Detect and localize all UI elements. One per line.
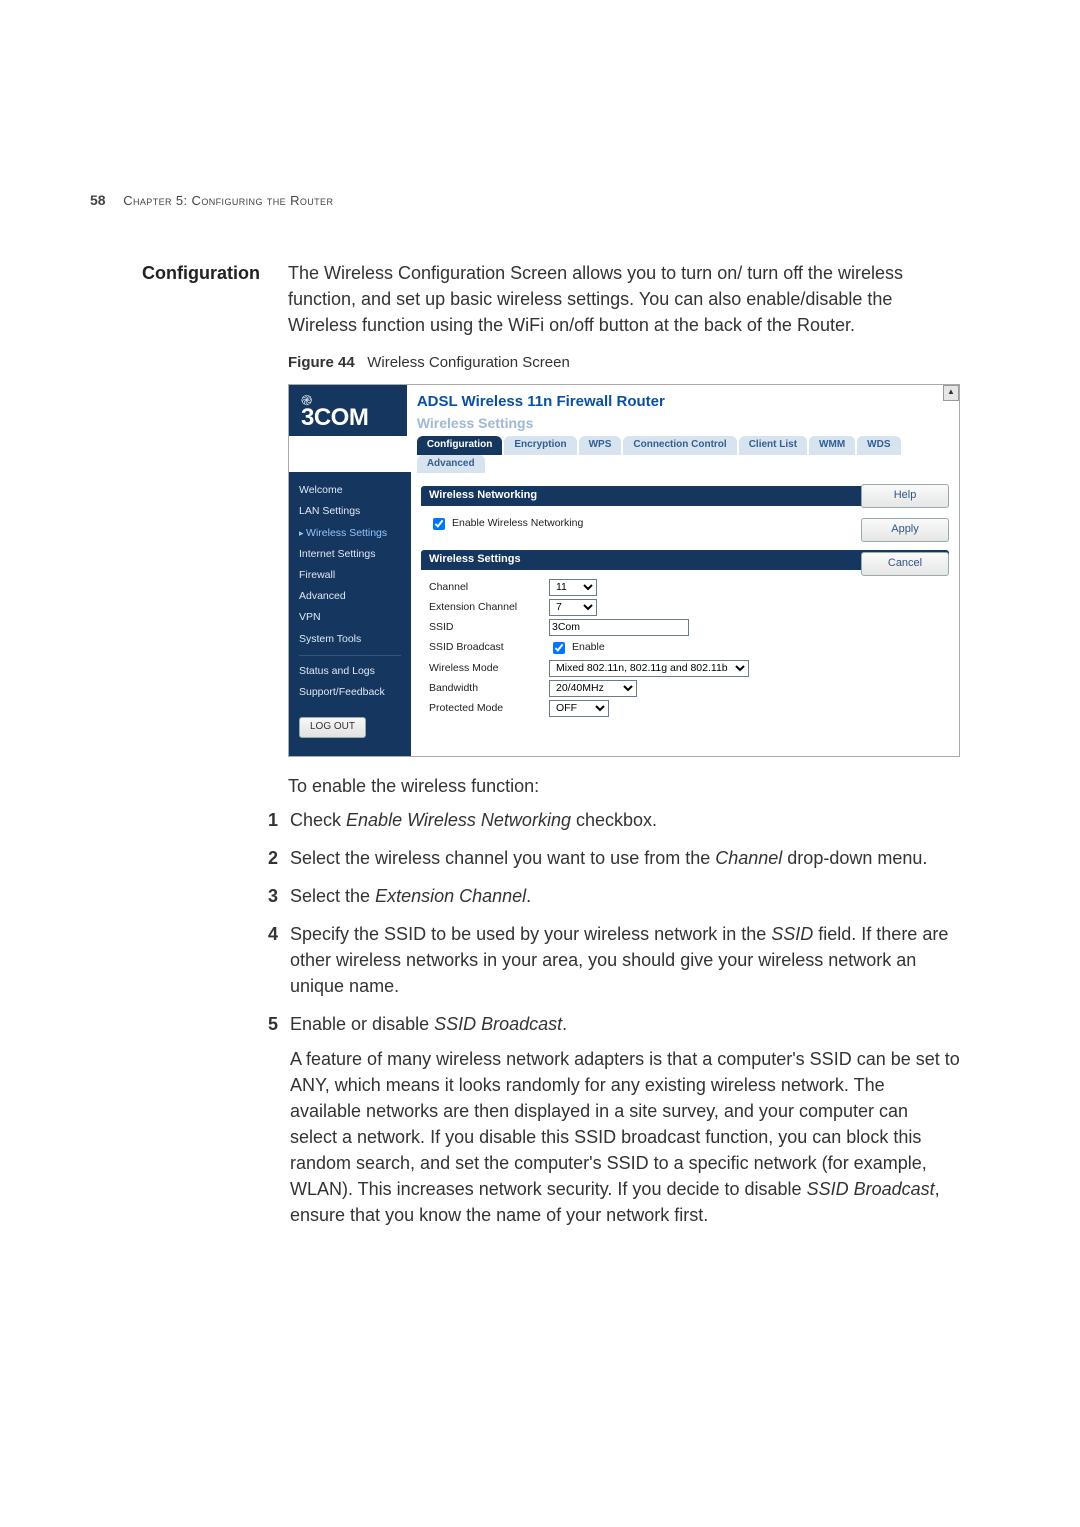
intro-paragraph: The Wireless Configuration Screen allows…: [288, 260, 960, 338]
step-number: 4: [250, 921, 278, 999]
ssid-broadcast-enable-label: Enable: [572, 640, 605, 655]
emphasis: SSID Broadcast: [434, 1014, 562, 1034]
figure-label: Figure 44: [288, 354, 355, 371]
step-number: 2: [250, 845, 278, 871]
ext-channel-select[interactable]: 7: [549, 599, 597, 616]
chapter-title: Chapter 5: Configuring the Router: [123, 193, 333, 208]
sidebar-item-lan-settings[interactable]: LAN Settings: [289, 501, 411, 522]
enable-wireless-checkbox[interactable]: Enable Wireless Networking: [429, 515, 583, 533]
section-heading: Configuration: [90, 260, 260, 1240]
step-sub-text: A feature of many wireless network adapt…: [290, 1046, 960, 1229]
tab-client-list[interactable]: Client List: [739, 436, 807, 455]
running-header: 58 Chapter 5: Configuring the Router: [90, 190, 333, 211]
bandwidth-select[interactable]: 20/40MHz: [549, 680, 637, 697]
ssid-broadcast-checkbox[interactable]: Enable: [549, 639, 605, 657]
cancel-button[interactable]: Cancel: [861, 552, 949, 576]
main-panel: Help Apply Cancel Wireless Networking En…: [411, 472, 959, 756]
nav-divider: [299, 655, 401, 656]
protected-mode-label: Protected Mode: [429, 701, 549, 716]
router-admin-figure: ֎ 3COM ▲ ADSL Wireless 11n Firewall Rout…: [288, 384, 960, 757]
sidebar-item-firewall[interactable]: Firewall: [289, 565, 411, 586]
wireless-mode-select[interactable]: Mixed 802.11n, 802.11g and 802.11b: [549, 660, 749, 677]
emphasis: SSID: [771, 924, 813, 944]
sidebar-item-system-tools[interactable]: System Tools: [289, 629, 411, 650]
sidebar-item-support-feedback[interactable]: Support/Feedback: [289, 682, 411, 703]
enable-wireless-input[interactable]: [433, 518, 445, 530]
help-button[interactable]: Help: [861, 484, 949, 508]
steps-list: 1Check Enable Wireless Networking checkb…: [288, 807, 960, 1228]
step-number: 1: [250, 807, 278, 833]
logout-button[interactable]: LOG OUT: [299, 717, 366, 738]
ssid-label: SSID: [429, 620, 549, 635]
figure-caption-text: Wireless Configuration Screen: [367, 354, 570, 371]
step-item: 3Select the Extension Channel.: [288, 883, 960, 909]
ssid-broadcast-label: SSID Broadcast: [429, 640, 549, 655]
emphasis: Enable Wireless Networking: [346, 810, 571, 830]
ssid-input[interactable]: [549, 619, 689, 636]
tab-connection-control[interactable]: Connection Control: [623, 436, 736, 455]
sidebar-nav: WelcomeLAN SettingsWireless SettingsInte…: [289, 472, 411, 756]
step-text: Enable or disable SSID Broadcast.A featu…: [290, 1011, 960, 1228]
step-item: 2Select the wireless channel you want to…: [288, 845, 960, 871]
emphasis: Channel: [715, 848, 782, 868]
enable-wireless-label: Enable Wireless Networking: [452, 516, 583, 531]
tab-wmm[interactable]: WMM: [809, 436, 855, 455]
ssid-broadcast-input[interactable]: [553, 642, 565, 654]
router-subtitle: Wireless Settings: [417, 413, 949, 433]
channel-select[interactable]: 11: [549, 579, 597, 596]
step-item: 1Check Enable Wireless Networking checkb…: [288, 807, 960, 833]
tab-wps[interactable]: WPS: [579, 436, 622, 455]
protected-mode-select[interactable]: OFF: [549, 700, 609, 717]
step-text: Select the wireless channel you want to …: [290, 845, 960, 871]
emphasis: SSID Broadcast: [807, 1179, 935, 1199]
step-item: 5Enable or disable SSID Broadcast.A feat…: [288, 1011, 960, 1228]
tab-advanced[interactable]: Advanced: [417, 455, 485, 474]
tab-encryption[interactable]: Encryption: [504, 436, 576, 455]
sidebar-item-status-and-logs[interactable]: Status and Logs: [289, 661, 411, 682]
step-item: 4Specify the SSID to be used by your wir…: [288, 921, 960, 999]
steps-lead: To enable the wireless function:: [288, 773, 960, 799]
bandwidth-label: Bandwidth: [429, 681, 549, 696]
scroll-up-icon[interactable]: ▲: [943, 385, 959, 401]
wireless-mode-label: Wireless Mode: [429, 661, 549, 676]
sidebar-item-advanced[interactable]: Advanced: [289, 586, 411, 607]
router-title: ADSL Wireless 11n Firewall Router: [417, 391, 949, 413]
step-text: Check Enable Wireless Networking checkbo…: [290, 807, 960, 833]
sidebar-item-internet-settings[interactable]: Internet Settings: [289, 544, 411, 565]
figure-caption: Figure 44 Wireless Configuration Screen: [288, 352, 960, 374]
step-text: Select the Extension Channel.: [290, 883, 960, 909]
step-number: 3: [250, 883, 278, 909]
page-number: 58: [90, 192, 106, 208]
brand-text: 3COM: [301, 407, 397, 430]
brand-logo: ֎ 3COM: [289, 385, 407, 436]
step-text: Specify the SSID to be used by your wire…: [290, 921, 960, 999]
tab-configuration[interactable]: Configuration: [417, 436, 503, 455]
sidebar-item-wireless-settings[interactable]: Wireless Settings: [289, 523, 411, 544]
sidebar-item-vpn[interactable]: VPN: [289, 607, 411, 628]
tab-strip: ConfigurationEncryptionWPSConnection Con…: [417, 435, 949, 472]
emphasis: Extension Channel: [375, 886, 526, 906]
channel-label: Channel: [429, 580, 549, 595]
sidebar-item-welcome[interactable]: Welcome: [289, 480, 411, 501]
step-number: 5: [250, 1011, 278, 1228]
tab-wds[interactable]: WDS: [857, 436, 900, 455]
ext-channel-label: Extension Channel: [429, 600, 549, 615]
apply-button[interactable]: Apply: [861, 518, 949, 542]
